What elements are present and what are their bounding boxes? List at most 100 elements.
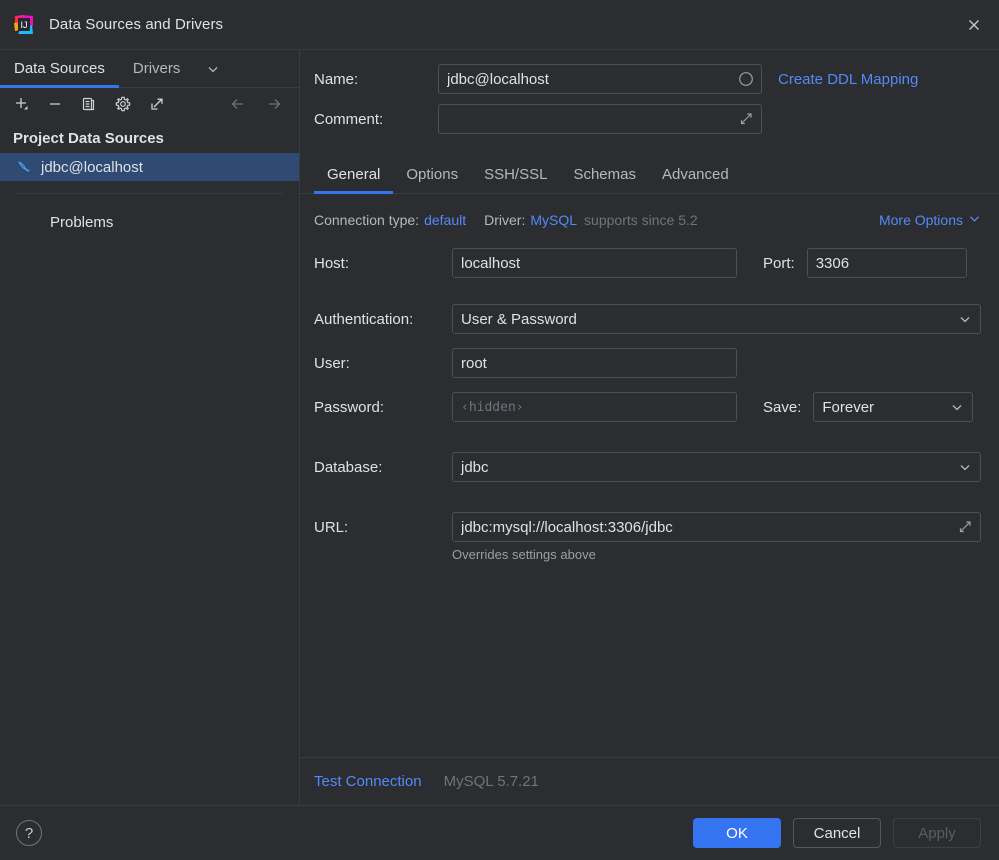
authentication-value: User & Password (461, 310, 577, 328)
add-data-source-plus-icon[interactable] (10, 93, 32, 115)
authentication-row: Authentication: User & Password (314, 304, 981, 334)
save-select[interactable]: Forever (813, 392, 974, 422)
general-tab-content: Connection type: default Driver: MySQL s… (300, 194, 999, 757)
driver-value[interactable]: MySQL (530, 212, 577, 228)
intellij-idea-logo-icon: IJ (13, 13, 35, 36)
tab-general-label: General (327, 166, 381, 183)
tab-ssh-ssl[interactable]: SSH/SSL (471, 156, 560, 193)
svg-text:IJ: IJ (20, 20, 27, 30)
window-title: Data Sources and Drivers (49, 16, 224, 33)
host-input[interactable]: localhost (452, 248, 737, 278)
port-label: Port: (763, 254, 795, 272)
user-input[interactable]: root (452, 348, 737, 378)
name-input-value: jdbc@localhost (447, 70, 549, 88)
authentication-select[interactable]: User & Password (452, 304, 981, 334)
data-source-header: Name: jdbc@localhost Create DDL Mapping … (300, 50, 999, 144)
ok-button[interactable]: OK (693, 818, 781, 848)
apply-button-label: Apply (918, 824, 956, 842)
remove-data-source-minus-icon[interactable] (44, 93, 66, 115)
tab-drivers-label: Drivers (132, 60, 181, 77)
host-label: Host: (314, 254, 350, 272)
authentication-label: Authentication: (314, 310, 414, 328)
password-label: Password: (314, 398, 385, 416)
settings-gear-icon[interactable] (112, 93, 134, 115)
history-nav (227, 93, 285, 115)
chevron-down-icon (958, 460, 972, 474)
user-row: User: root (314, 348, 981, 378)
more-options-button[interactable]: More Options (879, 212, 981, 228)
forward-arrow-right-icon[interactable] (263, 93, 285, 115)
name-label: Name: (314, 70, 359, 88)
save-value: Forever (822, 398, 875, 416)
chevron-down-icon (950, 400, 964, 414)
tab-general[interactable]: General (314, 156, 394, 194)
left-panel-tabs: Data Sources Drivers (0, 50, 299, 88)
port-input[interactable]: 3306 (806, 248, 967, 278)
tab-schemas[interactable]: Schemas (560, 156, 649, 193)
name-input[interactable]: jdbc@localhost (438, 64, 762, 94)
tree-item-jdbc-localhost[interactable]: jdbc@localhost (0, 153, 299, 181)
help-icon[interactable]: ? (16, 820, 42, 846)
tree-group-project-data-sources: Project Data Sources (13, 130, 164, 147)
close-icon[interactable] (949, 0, 999, 50)
open-external-link-icon[interactable] (146, 93, 168, 115)
back-arrow-left-icon[interactable] (227, 93, 249, 115)
apply-button: Apply (893, 818, 981, 848)
dialog-body: Data Sources Drivers Project Data Source… (0, 50, 999, 805)
help-icon-glyph: ? (24, 824, 34, 842)
tree-item-label: jdbc@localhost (41, 158, 143, 176)
comment-row: Comment: (314, 104, 981, 134)
connection-meta-row: Connection type: default Driver: MySQL s… (314, 212, 981, 228)
url-hint: Overrides settings above (452, 547, 596, 562)
tabs-overflow-chevron-down-icon[interactable] (206, 50, 220, 87)
url-input[interactable]: jdbc:mysql://localhost:3306/jdbc (452, 512, 981, 542)
database-row: Database: jdbc (314, 452, 981, 482)
tab-data-sources-label: Data Sources (14, 60, 105, 77)
connection-type-value[interactable]: default (424, 212, 466, 228)
tab-options[interactable]: Options (393, 156, 471, 193)
driver-label: Driver: (484, 212, 526, 228)
comment-label: Comment: (314, 110, 384, 128)
dialog-button-bar: ? OK Cancel Apply (0, 805, 999, 860)
tab-advanced-label: Advanced (661, 166, 729, 183)
password-input[interactable]: ‹hidden› (452, 392, 737, 422)
tab-drivers[interactable]: Drivers (119, 50, 195, 87)
connection-type-label: Connection type: (314, 212, 420, 228)
name-row: Name: jdbc@localhost Create DDL Mapping (314, 64, 981, 94)
password-input-placeholder: ‹hidden› (461, 399, 524, 415)
url-row: URL: jdbc:mysql://localhost:3306/jdbc (314, 512, 981, 542)
comment-input[interactable] (438, 104, 762, 134)
tab-schemas-label: Schemas (573, 166, 636, 183)
cancel-button[interactable]: Cancel (793, 818, 881, 848)
tab-data-sources[interactable]: Data Sources (0, 50, 119, 88)
port-input-value: 3306 (815, 254, 850, 272)
database-value: jdbc (461, 458, 489, 476)
user-label: User: (314, 354, 350, 372)
more-options-label: More Options (878, 212, 963, 228)
test-connection-link[interactable]: Test Connection (314, 773, 422, 790)
tree-item-problems[interactable]: Problems (0, 208, 299, 236)
duplicate-copy-icon[interactable] (78, 93, 100, 115)
tree-divider (16, 193, 283, 194)
tab-ssh-ssl-label: SSH/SSL (484, 166, 548, 183)
data-source-settings-panel: Name: jdbc@localhost Create DDL Mapping … (300, 50, 999, 805)
create-ddl-mapping-link[interactable]: Create DDL Mapping (778, 71, 918, 88)
connection-test-bar: Test Connection MySQL 5.7.21 (300, 757, 999, 805)
data-sources-toolbar (0, 88, 299, 120)
mysql-dolphin-icon (16, 159, 32, 175)
host-input-value: localhost (461, 254, 521, 272)
chevron-down-icon (958, 312, 972, 326)
database-select[interactable]: jdbc (452, 452, 981, 482)
expand-arrow-icon[interactable] (738, 111, 754, 127)
circle-icon[interactable] (738, 71, 754, 87)
chevron-down-icon (968, 212, 981, 228)
data-sources-and-drivers-dialog: IJ Data Sources and Drivers Data Sources… (0, 0, 999, 860)
server-version-label: MySQL 5.7.21 (443, 773, 539, 790)
url-input-value: jdbc:mysql://localhost:3306/jdbc (461, 518, 673, 536)
data-sources-panel: Data Sources Drivers Project Data Source… (0, 50, 300, 805)
data-sources-tree: Project Data Sources jdbc@localhost Prob… (0, 120, 299, 805)
ok-button-label: OK (726, 824, 748, 842)
tab-advanced[interactable]: Advanced (649, 156, 742, 193)
settings-tabs: General Options SSH/SSL Schemas Advanced (300, 156, 999, 194)
expand-arrow-icon[interactable] (957, 519, 973, 535)
